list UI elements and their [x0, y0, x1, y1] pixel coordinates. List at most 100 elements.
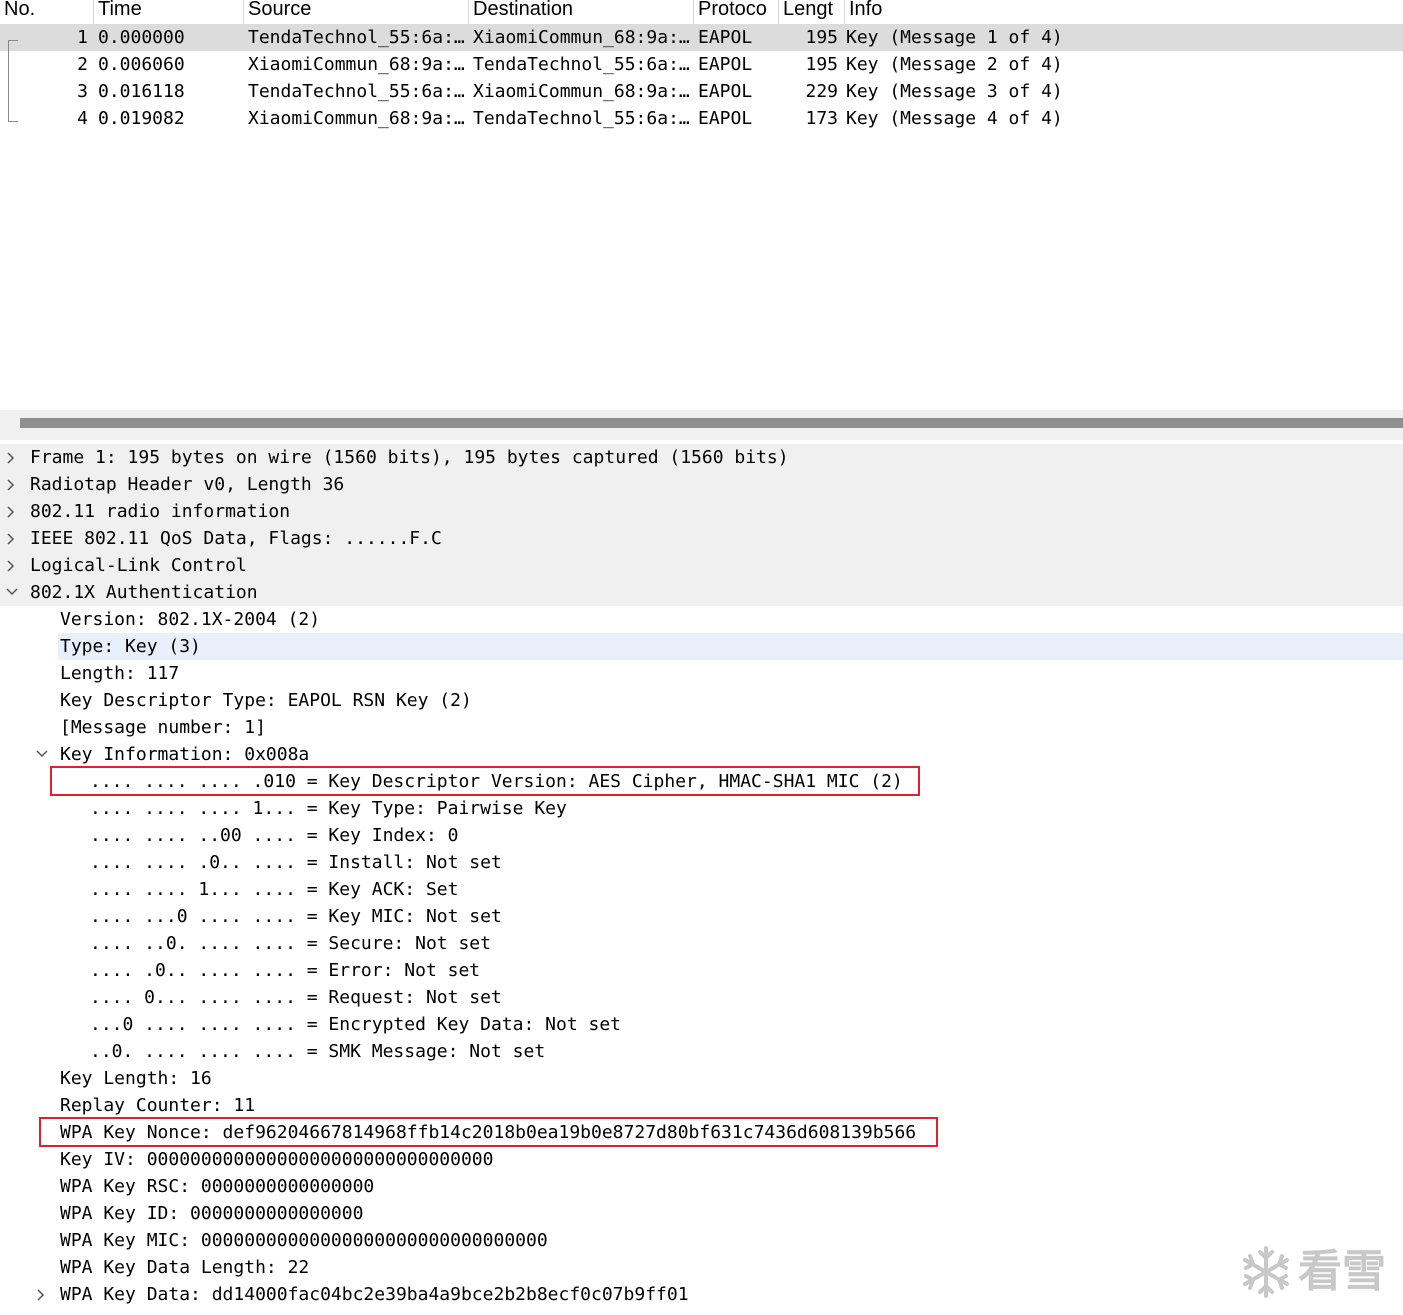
watermark: 看雪 — [1236, 1240, 1396, 1306]
tree-node-label: IEEE 802.11 QoS Data, Flags: ......F.C — [30, 528, 442, 549]
column-header-length[interactable]: Lengt — [779, 0, 845, 24]
tree-node-label: Radiotap Header v0, Length 36 — [30, 474, 345, 495]
packet-cell-protocol: EAPOL — [698, 54, 753, 75]
packet-row[interactable]: 1 0.000000 TendaTechnol_55:6a:… XiaomiCommu… — [0, 24, 1403, 51]
tree-node[interactable]: Key Length: 16 — [0, 1065, 1403, 1092]
packet-list-header: No. Time Source Destination Protoco Leng… — [0, 0, 1403, 24]
chevron-right-icon[interactable] — [4, 471, 20, 498]
tree-node-label: WPA Key Data Length: 22 — [60, 1257, 310, 1278]
tree-node-label: Key Descriptor Type: EAPOL RSN Key (2) — [60, 690, 472, 711]
tree-node-label: .... .... 1... .... = Key ACK: Set — [90, 879, 459, 900]
chevron-right-icon[interactable] — [4, 525, 20, 552]
tree-node[interactable]: WPA Key Data Length: 22 — [0, 1254, 1403, 1281]
chevron-right-icon[interactable] — [4, 552, 20, 579]
tree-node-label: .... .... .... 1... = Key Type: Pairwise… — [90, 798, 567, 819]
tree-node[interactable]: ...0 .... .... .... = Encrypted Key Data… — [0, 1011, 1403, 1038]
tree-node-label: Key Information: 0x008a — [60, 744, 310, 765]
packet-row[interactable]: 3 0.016118 TendaTechnol_55:6a:… XiaomiCommu… — [0, 78, 1403, 105]
chevron-right-icon[interactable] — [34, 1281, 50, 1308]
tree-node[interactable]: 802.11 radio information — [0, 498, 1403, 525]
tree-node[interactable]: WPA Key Data: dd14000fac04bc2e39ba4a9bce… — [0, 1281, 1403, 1308]
tree-node-label: Version: 802.1X-2004 (2) — [60, 609, 321, 630]
tree-node[interactable]: Replay Counter: 11 — [0, 1092, 1403, 1119]
tree-node-label: [Message number: 1] — [60, 717, 266, 738]
packet-row[interactable]: 4 0.019082 XiaomiCommun_68:9a:… TendaTechno… — [0, 105, 1403, 132]
tree-node-label: ...0 .... .... .... = Encrypted Key Data… — [90, 1014, 622, 1035]
tree-node-label: Length: 117 — [60, 663, 180, 684]
tree-node[interactable]: Key Descriptor Type: EAPOL RSN Key (2) — [0, 687, 1403, 714]
packet-list[interactable]: No. Time Source Destination Protoco Leng… — [0, 0, 1403, 410]
tree-node[interactable]: Type: Key (3) — [58, 633, 1403, 660]
chevron-right-icon[interactable] — [4, 498, 20, 525]
packet-cell-time: 0.019082 — [98, 108, 185, 129]
column-header-protocol[interactable]: Protoco — [694, 0, 779, 24]
tree-node[interactable]: Logical-Link Control — [0, 552, 1403, 579]
chevron-down-icon[interactable] — [4, 579, 20, 606]
column-header-no[interactable]: No. — [0, 0, 94, 24]
packet-details-tree[interactable]: Frame 1: 195 bytes on wire (1560 bits), … — [0, 440, 1403, 1315]
packet-cell-time: 0.000000 — [98, 27, 185, 48]
annotation-highlight-box — [39, 1117, 938, 1147]
packet-cell-source: TendaTechnol_55:6a:… — [248, 81, 465, 102]
column-header-source[interactable]: Source — [244, 0, 469, 24]
tree-node[interactable]: [Message number: 1] — [0, 714, 1403, 741]
chevron-down-icon[interactable] — [34, 741, 50, 768]
column-header-time[interactable]: Time — [94, 0, 244, 24]
tree-node-label: .... .... .0.. .... = Install: Not set — [90, 852, 502, 873]
tree-node[interactable]: .... .... ..00 .... = Key Index: 0 — [0, 822, 1403, 849]
tree-node[interactable]: Length: 117 — [0, 660, 1403, 687]
packet-cell-destination: TendaTechnol_55:6a:… — [473, 54, 690, 75]
column-header-destination[interactable]: Destination — [469, 0, 694, 24]
chevron-right-icon[interactable] — [4, 444, 20, 471]
tree-node-label: .... .... ..00 .... = Key Index: 0 — [90, 825, 459, 846]
tree-node[interactable]: .... .... 1... .... = Key ACK: Set — [0, 876, 1403, 903]
pane-splitter[interactable] — [0, 410, 1403, 440]
packet-cell-length: 173 — [805, 108, 838, 129]
tree-node[interactable]: WPA Key ID: 0000000000000000 — [0, 1200, 1403, 1227]
tree-node[interactable]: Frame 1: 195 bytes on wire (1560 bits), … — [0, 444, 1403, 471]
tree-node-label: .... ...0 .... .... = Key MIC: Not set — [90, 906, 502, 927]
tree-node[interactable]: .... 0... .... .... = Request: Not set — [0, 984, 1403, 1011]
packet-cell-length: 195 — [805, 54, 838, 75]
tree-node[interactable]: ..0. .... .... .... = SMK Message: Not s… — [0, 1038, 1403, 1065]
tree-node-label: WPA Key MIC: 000000000000000000000000000… — [60, 1230, 548, 1251]
tree-node[interactable]: WPA Key MIC: 000000000000000000000000000… — [0, 1227, 1403, 1254]
tree-node-label: Replay Counter: 11 — [60, 1095, 256, 1116]
packet-row[interactable]: 2 0.006060 XiaomiCommun_68:9a:… TendaTechno… — [0, 51, 1403, 78]
tree-node-label: WPA Key Data: dd14000fac04bc2e39ba4a9bce… — [60, 1284, 689, 1305]
tree-node[interactable]: 802.1X Authentication — [0, 579, 1403, 606]
tree-node[interactable]: Key IV: 00000000000000000000000000000000 — [0, 1146, 1403, 1173]
tree-node[interactable]: .... .... .0.. .... = Install: Not set — [0, 849, 1403, 876]
tree-node-label: 802.1X Authentication — [30, 582, 258, 603]
packet-cell-source: XiaomiCommun_68:9a:… — [248, 108, 465, 129]
tree-node[interactable]: .... .0.. .... .... = Error: Not set — [0, 957, 1403, 984]
tree-node-label: Key Length: 16 — [60, 1068, 212, 1089]
tree-node-label: WPA Key RSC: 0000000000000000 — [60, 1176, 375, 1197]
tree-node[interactable]: .... ...0 .... .... = Key MIC: Not set — [0, 903, 1403, 930]
packet-cell-info: Key (Message 3 of 4) — [846, 81, 1063, 102]
packet-cell-info: Key (Message 2 of 4) — [846, 54, 1063, 75]
tree-node[interactable]: Version: 802.1X-2004 (2) — [0, 606, 1403, 633]
tree-node[interactable]: Key Information: 0x008a — [0, 741, 1403, 768]
watermark-text: 看雪 — [1298, 1246, 1386, 1297]
tree-node-label: 802.11 radio information — [30, 501, 291, 522]
packet-cell-source: XiaomiCommun_68:9a:… — [248, 54, 465, 75]
annotation-highlight-box — [50, 766, 920, 796]
tree-node[interactable]: Radiotap Header v0, Length 36 — [0, 471, 1403, 498]
packet-cell-protocol: EAPOL — [698, 81, 753, 102]
packet-cell-info: Key (Message 1 of 4) — [846, 27, 1063, 48]
conversation-bracket — [8, 40, 19, 122]
tree-node-label: WPA Key ID: 0000000000000000 — [60, 1203, 364, 1224]
tree-node[interactable]: .... ..0. .... .... = Secure: Not set — [0, 930, 1403, 957]
column-header-info[interactable]: Info — [845, 0, 1403, 24]
horizontal-scrollbar-thumb[interactable] — [20, 418, 1403, 428]
tree-node-label: Key IV: 00000000000000000000000000000000 — [60, 1149, 494, 1170]
packet-cell-protocol: EAPOL — [698, 108, 753, 129]
packet-cell-length: 229 — [805, 81, 838, 102]
tree-node-label: .... 0... .... .... = Request: Not set — [90, 987, 502, 1008]
packet-cell-info: Key (Message 4 of 4) — [846, 108, 1063, 129]
tree-node[interactable]: WPA Key RSC: 0000000000000000 — [0, 1173, 1403, 1200]
tree-node[interactable]: .... .... .... 1... = Key Type: Pairwise… — [0, 795, 1403, 822]
snowflake-icon — [1243, 1246, 1289, 1298]
tree-node[interactable]: IEEE 802.11 QoS Data, Flags: ......F.C — [0, 525, 1403, 552]
